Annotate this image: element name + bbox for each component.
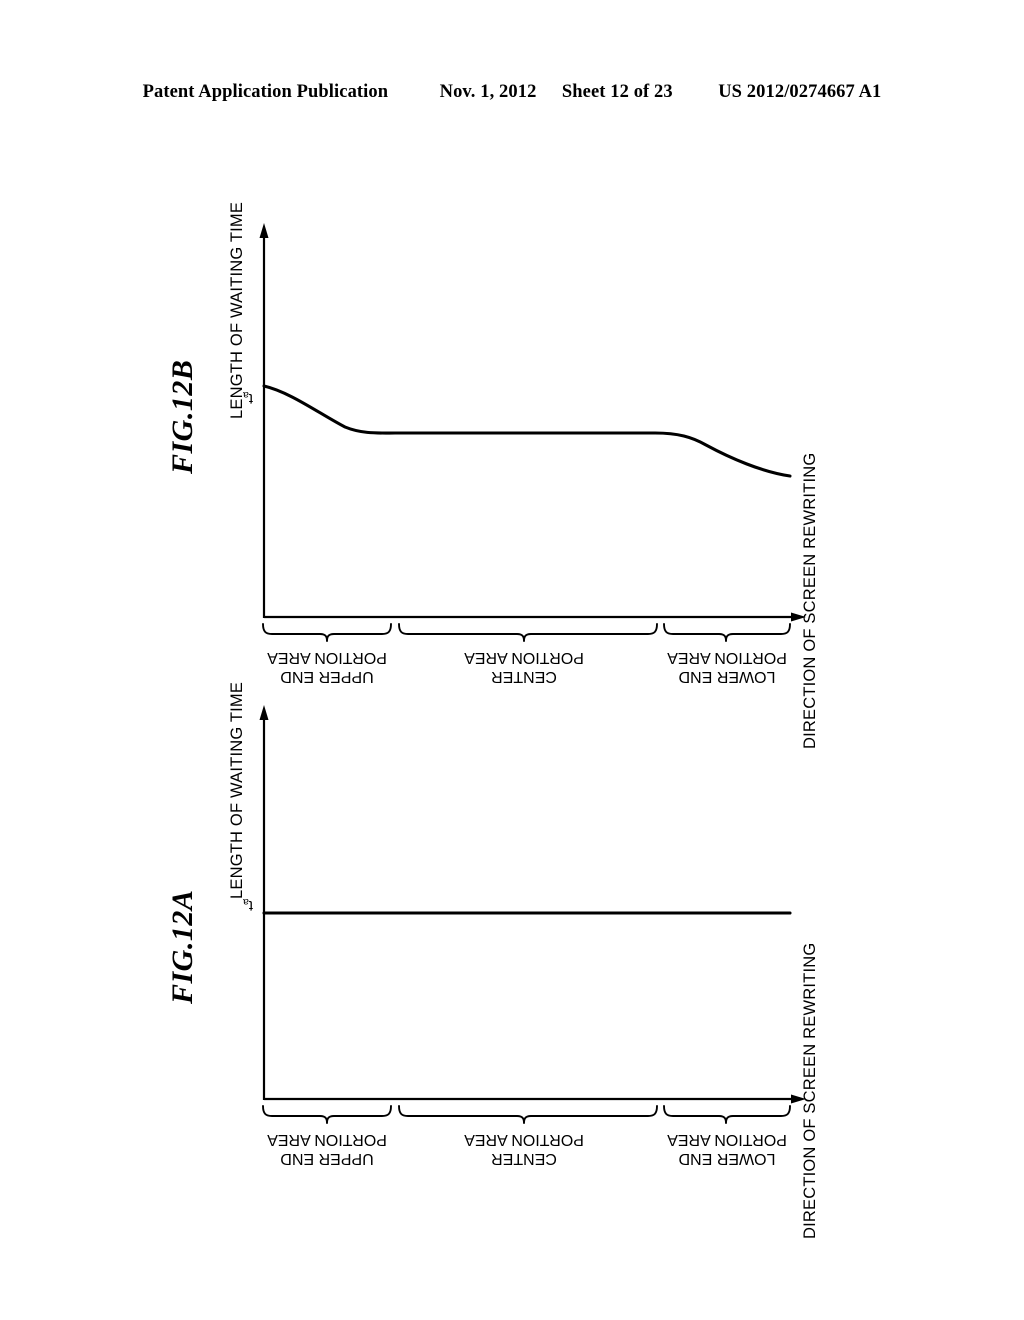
figure-12b-waiting-time-curve bbox=[262, 384, 792, 478]
figure-12b-y-axis-arrowhead bbox=[259, 223, 269, 238]
figure-12a-plot bbox=[259, 705, 806, 1124]
figure-12a-region-lower-end: LOWER END PORTION AREA bbox=[667, 1131, 787, 1167]
figure-12a-bracket-center bbox=[398, 1105, 658, 1124]
figure-12a: FIG.12A LENGTH OF WAITING TIME DIRECTION… bbox=[0, 480, 1024, 1239]
figure-12a-x-axis-arrowhead bbox=[791, 1094, 806, 1104]
figure-12a-region-center: CENTER PORTION AREA bbox=[464, 1131, 584, 1167]
figure-12a-bracket-upper-end bbox=[262, 1105, 392, 1124]
figure-12a-region-upper-end: UPPER END PORTION AREA bbox=[267, 1131, 387, 1167]
figure-12a-bracket-lower-end bbox=[663, 1105, 791, 1124]
figure-12a-y-axis-arrowhead bbox=[259, 705, 269, 720]
